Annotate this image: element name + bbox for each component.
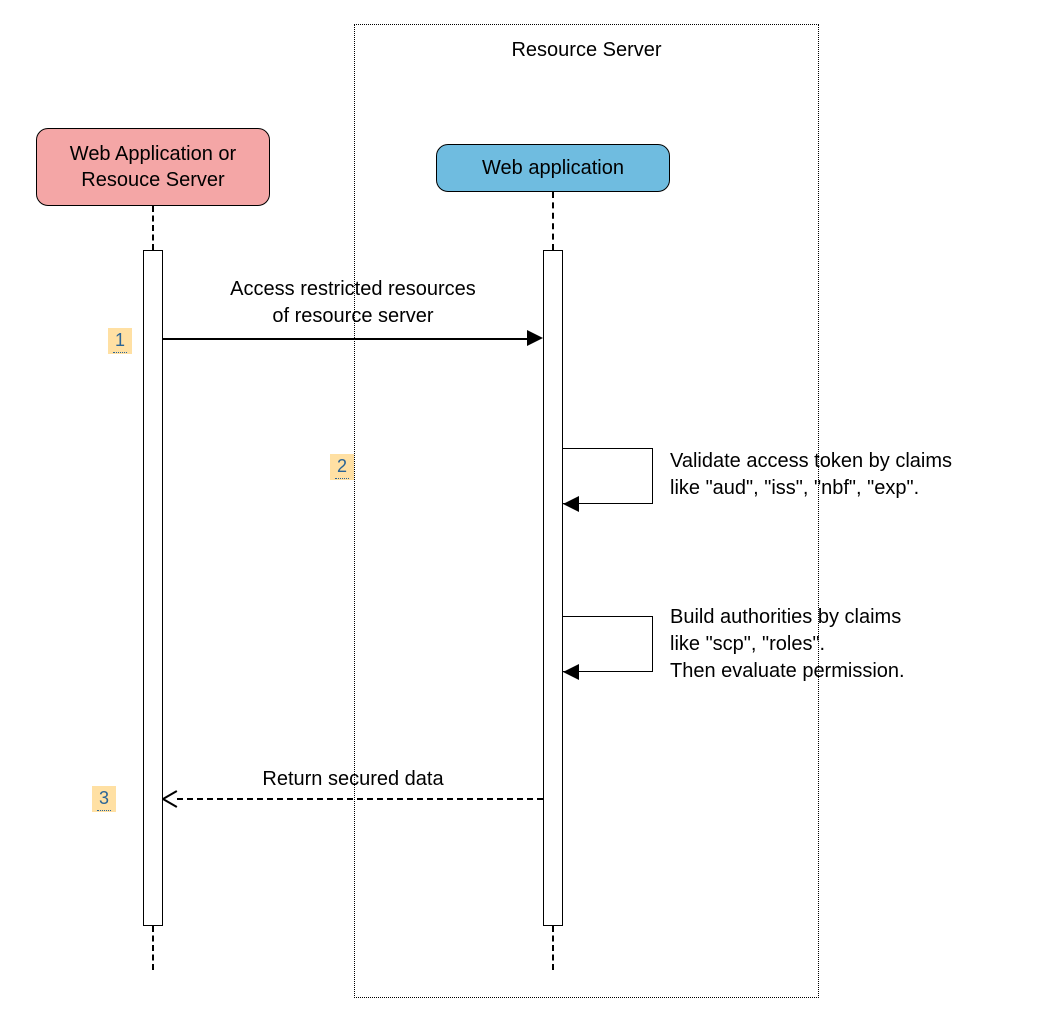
participant-client: Web Application or Resouce Server	[36, 128, 270, 206]
note-validate: Validate access token by claims like "au…	[670, 448, 1030, 502]
lifeline-right-bottom	[552, 926, 554, 970]
message-1-arrow-line	[163, 338, 529, 340]
lifeline-right-top	[552, 192, 554, 250]
message-1-line1: Access restricted resources	[163, 276, 543, 303]
step-badge-2: 2	[330, 454, 354, 480]
message-1-line2: of resource server	[163, 303, 543, 330]
lifeline-left-bottom	[152, 926, 154, 970]
note-authorities-line3: Then evaluate permission.	[670, 658, 1030, 685]
message-3-line1: Return secured data	[163, 766, 543, 793]
message-1-label: Access restricted resources of resource …	[163, 276, 543, 330]
message-3-arrow-head	[163, 790, 179, 806]
participant-client-line2: Resouce Server	[70, 167, 236, 193]
message-1-arrow-head	[527, 330, 543, 346]
note-authorities-line1: Build authorities by claims	[670, 604, 1030, 631]
participant-webapp: Web application	[436, 144, 670, 192]
note-authorities-line2: like "scp", "roles".	[670, 631, 1030, 658]
step-2-number: 2	[335, 454, 349, 479]
activation-left	[143, 250, 163, 926]
participant-webapp-label: Web application	[482, 155, 624, 181]
self-call-authorities-arrow-head	[563, 664, 579, 680]
lifeline-left-top	[152, 206, 154, 250]
step-badge-1: 1	[108, 328, 132, 354]
message-3-label: Return secured data	[163, 766, 543, 793]
message-3-arrow-line	[177, 798, 543, 800]
step-3-number: 3	[97, 786, 111, 811]
container-title: Resource Server	[355, 39, 818, 62]
note-authorities: Build authorities by claims like "scp", …	[670, 604, 1030, 685]
participant-client-line1: Web Application or	[70, 141, 236, 167]
self-call-validate-arrow-head	[563, 496, 579, 512]
step-1-number: 1	[113, 328, 127, 353]
step-badge-3: 3	[92, 786, 116, 812]
sequence-diagram: Resource Server Web Application or Resou…	[0, 0, 1053, 1025]
activation-right	[543, 250, 563, 926]
note-validate-line1: Validate access token by claims	[670, 448, 1030, 475]
note-validate-line2: like "aud", "iss", "nbf", "exp".	[670, 475, 1030, 502]
